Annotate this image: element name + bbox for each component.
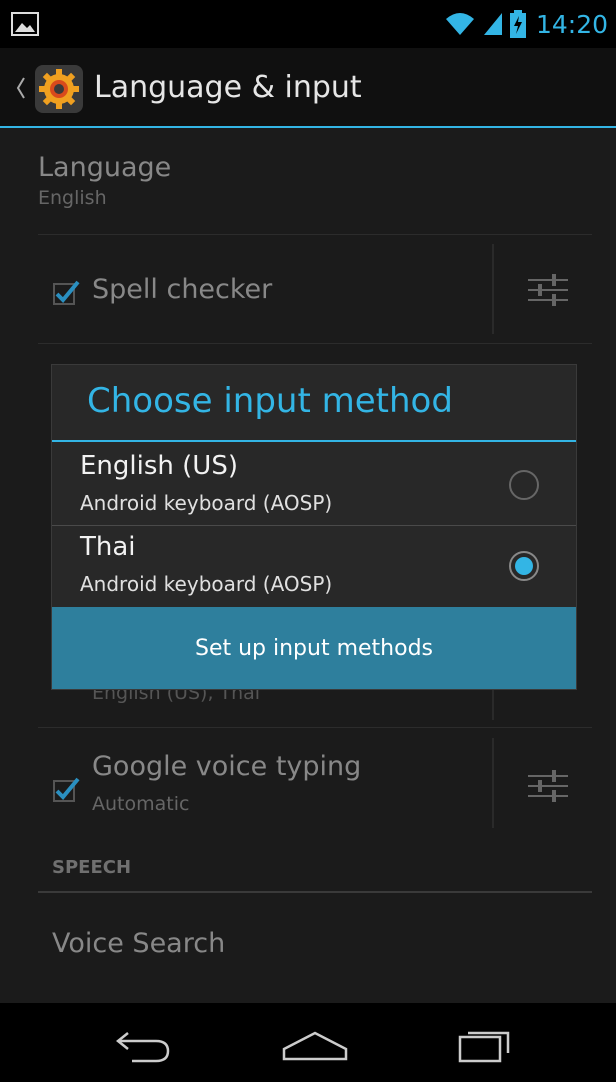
option-title: Thai — [80, 532, 136, 562]
option-subtitle: Android keyboard (AOSP) — [80, 491, 333, 515]
option-subtitle: Android keyboard (AOSP) — [80, 572, 333, 596]
dialog-title: Choose input method — [87, 381, 453, 421]
status-icons: 14:20 — [444, 0, 608, 48]
status-time: 14:20 — [535, 9, 608, 39]
spell-checker-settings-icon[interactable] — [526, 270, 570, 310]
divider — [492, 244, 494, 334]
spell-checker-checkbox-icon[interactable] — [52, 278, 80, 306]
divider — [492, 738, 494, 828]
speech-section-header: SPEECH — [52, 857, 132, 878]
back-icon[interactable] — [112, 1019, 176, 1067]
set-up-input-methods-button[interactable]: Set up input methods — [52, 607, 576, 689]
settings-screen: Language & input Language English Spell … — [0, 48, 616, 1003]
language-setting[interactable]: Language English — [38, 140, 592, 235]
spell-checker-title: Spell checker — [92, 274, 273, 305]
language-title: Language — [38, 152, 172, 183]
option-title: English (US) — [80, 451, 238, 481]
settings-gear-icon — [35, 65, 83, 113]
action-bar[interactable]: Language & input — [0, 48, 616, 128]
radio-unselected-icon[interactable] — [508, 469, 540, 501]
voice-search-setting[interactable]: Voice Search — [38, 894, 592, 1004]
recents-icon[interactable] — [454, 1019, 518, 1067]
signal-icon — [483, 13, 502, 35]
page-title: Language & input — [94, 70, 362, 105]
input-method-option-english[interactable]: English (US) Android keyboard (AOSP) — [52, 445, 576, 525]
spell-checker-setting[interactable]: Spell checker — [38, 236, 592, 344]
up-caret-icon[interactable] — [16, 76, 26, 100]
dialog-title-divider — [52, 440, 576, 442]
voice-typing-checkbox-icon[interactable] — [52, 775, 80, 803]
input-method-option-thai[interactable]: Thai Android keyboard (AOSP) — [52, 526, 576, 606]
navigation-bar — [0, 1003, 616, 1082]
choose-input-method-dialog: Choose input method English (US) Android… — [52, 365, 576, 689]
voice-typing-value: Automatic — [92, 793, 190, 815]
section-divider — [38, 891, 592, 893]
wifi-icon — [445, 13, 474, 35]
status-bar: 14:20 — [0, 0, 616, 48]
language-value: English — [38, 187, 107, 209]
picture-icon — [11, 12, 39, 36]
home-icon[interactable] — [280, 1019, 350, 1067]
radio-selected-icon[interactable] — [508, 550, 540, 582]
google-voice-typing-setting[interactable]: Google voice typing Automatic — [38, 729, 592, 839]
battery-charging-icon — [509, 10, 526, 38]
voice-typing-settings-icon[interactable] — [526, 766, 570, 806]
voice-search-title: Voice Search — [52, 928, 226, 959]
voice-typing-title: Google voice typing — [92, 751, 362, 782]
